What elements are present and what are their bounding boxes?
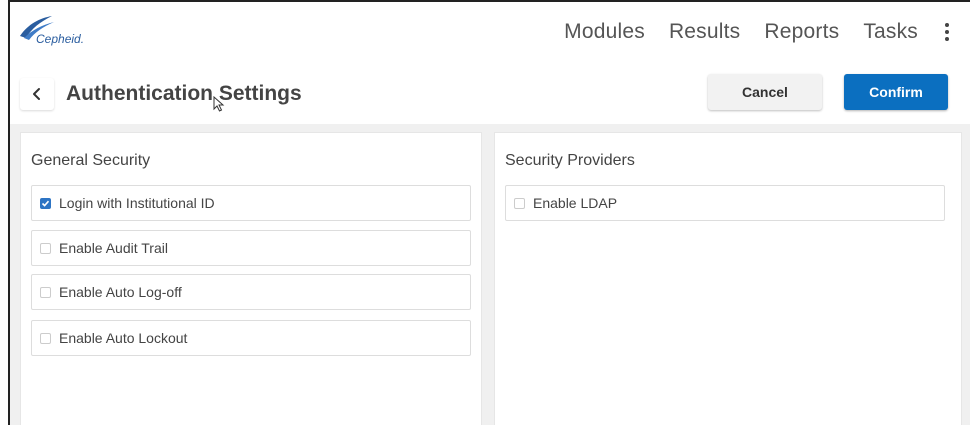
confirm-button[interactable]: Confirm [844,74,948,110]
cepheid-logo: Cepheid. [18,14,128,48]
option-label: Enable Auto Log-off [59,284,182,300]
option-enable-auto-lockout[interactable]: Enable Auto Lockout [31,320,471,356]
nav-tasks[interactable]: Tasks [863,20,918,44]
checkbox-unchecked[interactable] [514,197,525,209]
nav-modules[interactable]: Modules [564,20,645,44]
page-header: Authentication Settings Cancel Confirm [10,62,970,124]
option-label: Enable LDAP [533,195,618,211]
option-enable-audit-trail[interactable]: Enable Audit Trail [31,230,471,266]
checkmark-icon [41,200,50,207]
back-button[interactable] [20,78,54,110]
mouse-pointer-icon [213,96,225,112]
checkbox-unchecked[interactable] [40,332,51,344]
security-providers-panel: Security Providers Enable LDAP [494,132,962,425]
logo-text: Cepheid. [36,32,85,46]
general-security-panel: General Security Login with Institutiona… [20,132,482,425]
checkbox-checked[interactable] [40,197,51,209]
nav-results[interactable]: Results [669,20,740,44]
option-enable-ldap[interactable]: Enable LDAP [505,185,945,221]
app-window: Cepheid. Modules Results Reports Tasks A… [8,0,970,425]
more-menu-icon[interactable] [942,21,952,43]
option-label: Enable Audit Trail [59,240,168,256]
checkbox-unchecked[interactable] [40,286,51,298]
nav-reports[interactable]: Reports [764,20,839,44]
chevron-left-icon [33,88,40,100]
panel-title: General Security [31,152,151,169]
settings-content: General Security Login with Institutiona… [10,124,970,425]
option-label: Enable Auto Lockout [59,330,188,346]
panel-title: Security Providers [505,152,635,169]
cancel-button[interactable]: Cancel [708,74,822,110]
option-label: Login with Institutional ID [59,195,215,211]
top-bar: Cepheid. Modules Results Reports Tasks [10,2,970,60]
main-nav: Modules Results Reports Tasks [540,20,952,44]
option-enable-auto-logoff[interactable]: Enable Auto Log-off [31,274,471,310]
checkbox-unchecked[interactable] [40,242,51,254]
option-login-institutional-id[interactable]: Login with Institutional ID [31,185,471,221]
page-title: Authentication Settings [66,82,302,105]
